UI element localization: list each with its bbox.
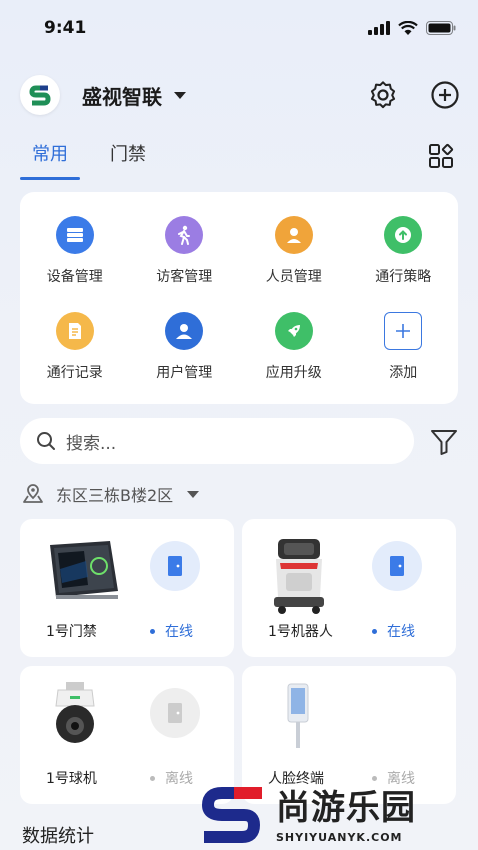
tab-common[interactable]: 常用 bbox=[20, 140, 80, 180]
quick-actions-card: 设备管理 访客管理 人员管理 通行策略 通行记录 用户管理 应用升级 添加 bbox=[20, 192, 458, 404]
location-label: 东区三栋B楼2区 bbox=[56, 486, 174, 505]
plus-icon bbox=[384, 312, 423, 350]
quick-access-policy[interactable]: 通行策略 bbox=[349, 216, 459, 286]
quick-app-upgrade[interactable]: 应用升级 bbox=[239, 312, 349, 382]
device-status-online: 在线 bbox=[150, 621, 193, 641]
door-open-button-disabled bbox=[150, 688, 200, 738]
device-name: 1号机器人 bbox=[268, 624, 333, 640]
device-name: 1号门禁 bbox=[46, 624, 97, 640]
quick-device-management[interactable]: 设备管理 bbox=[20, 216, 130, 286]
door-icon bbox=[390, 556, 404, 576]
quick-user-management[interactable]: 用户管理 bbox=[130, 312, 240, 382]
quick-label: 通行策略 bbox=[375, 269, 432, 285]
dome-camera-image bbox=[55, 682, 95, 743]
org-name[interactable]: 盛视智联 bbox=[82, 81, 162, 110]
filter-icon[interactable] bbox=[430, 428, 458, 456]
quick-add[interactable]: 添加 bbox=[349, 312, 459, 382]
quick-label: 添加 bbox=[389, 365, 418, 381]
status-bar: 9:41 bbox=[0, 0, 478, 56]
watermark-brand: 尚游乐园 bbox=[276, 787, 416, 828]
rocket-icon bbox=[274, 312, 313, 350]
tab-bar: 常用 门禁 bbox=[20, 140, 146, 180]
status-icons bbox=[368, 20, 456, 36]
data-statistics-title: 数据统计 bbox=[22, 826, 94, 847]
status-dot bbox=[372, 628, 377, 634]
watermark-url: SHYIYUANYK.COM bbox=[276, 830, 403, 844]
quick-label: 通行记录 bbox=[46, 365, 103, 381]
map-location-icon bbox=[23, 484, 43, 503]
device-card-access-control[interactable]: 1号门禁 在线 bbox=[20, 519, 234, 657]
device-card-robot[interactable]: 1号机器人 在线 bbox=[242, 519, 456, 657]
quick-label: 用户管理 bbox=[156, 365, 213, 381]
quick-label: 应用升级 bbox=[265, 365, 322, 381]
status-dot bbox=[372, 775, 377, 781]
search-placeholder: 搜索... bbox=[66, 433, 117, 454]
quick-label: 设备管理 bbox=[46, 269, 103, 285]
search-icon bbox=[37, 432, 55, 450]
document-icon bbox=[55, 312, 94, 350]
apps-grid-icon[interactable] bbox=[428, 143, 454, 169]
device-status-offline: 离线 bbox=[150, 768, 193, 788]
settings-gear-icon[interactable] bbox=[368, 80, 398, 110]
search-input[interactable]: 搜索... bbox=[20, 418, 414, 464]
quick-label: 访客管理 bbox=[156, 269, 213, 285]
device-status-online: 在线 bbox=[372, 621, 415, 641]
person-icon bbox=[274, 216, 313, 254]
status-time: 9:41 bbox=[44, 18, 87, 38]
arrow-up-icon bbox=[384, 216, 423, 254]
quick-visitor-management[interactable]: 访客管理 bbox=[130, 216, 240, 286]
server-icon bbox=[55, 216, 94, 254]
org-logo[interactable] bbox=[20, 75, 60, 115]
door-icon bbox=[168, 703, 182, 723]
robot-image bbox=[274, 539, 324, 614]
status-text: 离线 bbox=[165, 771, 193, 787]
watermark-overlay: 尚游乐园 SHYIYUANYK.COM bbox=[200, 784, 478, 850]
status-text: 在线 bbox=[387, 624, 415, 640]
header-actions bbox=[368, 80, 460, 110]
app-header: 盛视智联 bbox=[20, 72, 460, 118]
signal-icon bbox=[368, 21, 390, 35]
location-caret-icon bbox=[187, 490, 200, 498]
walker-icon bbox=[165, 216, 204, 254]
quick-label: 人员管理 bbox=[265, 269, 322, 285]
door-icon bbox=[168, 556, 182, 576]
logo-s-icon bbox=[29, 85, 51, 106]
status-text: 在线 bbox=[165, 624, 193, 640]
access-terminal-image bbox=[50, 541, 118, 599]
location-selector[interactable]: 东区三栋B楼2区 bbox=[22, 482, 200, 506]
quick-personnel-management[interactable]: 人员管理 bbox=[239, 216, 349, 286]
door-open-button[interactable] bbox=[372, 541, 422, 591]
watermark-logo-s-icon bbox=[202, 787, 262, 843]
face-terminal-image bbox=[287, 683, 309, 748]
battery-icon bbox=[426, 21, 456, 35]
wifi-icon bbox=[398, 20, 418, 35]
tab-access-control[interactable]: 门禁 bbox=[110, 140, 146, 180]
status-dot bbox=[150, 775, 155, 781]
add-circle-icon[interactable] bbox=[430, 80, 460, 110]
quick-access-records[interactable]: 通行记录 bbox=[20, 312, 130, 382]
door-open-button[interactable] bbox=[150, 541, 200, 591]
device-name: 1号球机 bbox=[46, 771, 97, 787]
status-dot bbox=[150, 628, 155, 634]
user-icon bbox=[165, 312, 204, 350]
org-switch-caret-icon[interactable] bbox=[174, 91, 186, 99]
